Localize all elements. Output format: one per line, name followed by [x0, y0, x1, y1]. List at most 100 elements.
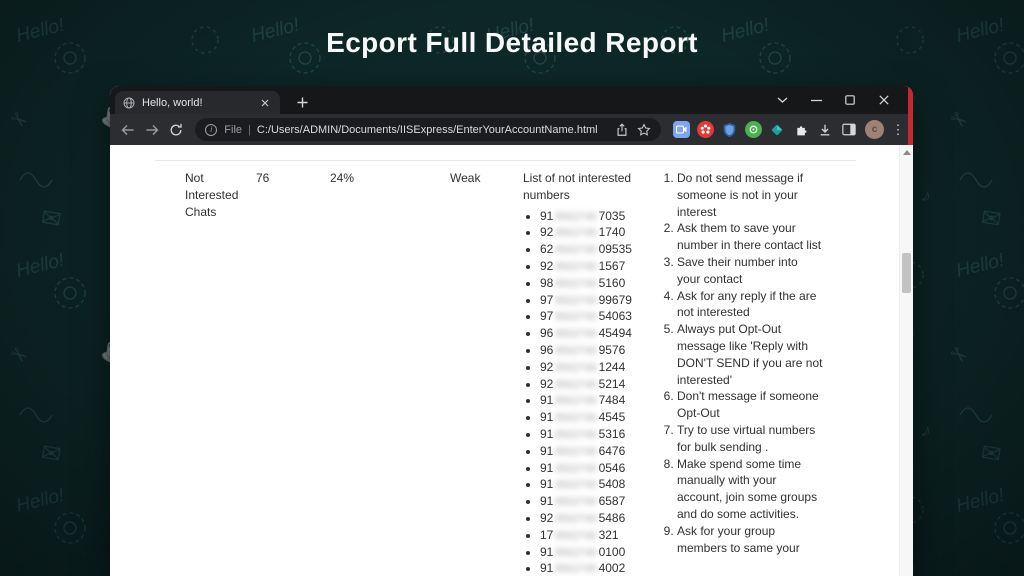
url-scheme-label: File [224, 124, 242, 136]
tips-column: Do not send message if someone is not in… [662, 170, 824, 556]
phone-number-item: 921567 [540, 258, 661, 275]
window-maximize-icon[interactable] [843, 93, 857, 107]
phone-number-item: 17321 [540, 527, 661, 544]
browser-window: Hello, world! [110, 86, 913, 576]
video-extension-icon[interactable] [673, 121, 690, 138]
phone-number-item: 917484 [540, 392, 661, 409]
redacted-digits [555, 494, 596, 510]
screen: Hello! ☕ ♡ ✉ ♪ ✂ ☀ Ecport Full Detailed … [0, 0, 1024, 576]
address-bar[interactable]: i File | C:/Users/ADMIN/Documents/IISExp… [195, 118, 661, 141]
phone-number-item: 914002 [540, 560, 661, 576]
back-icon[interactable] [118, 119, 139, 141]
page-title: Ecport Full Detailed Report [0, 27, 1024, 59]
phone-number-item: 6209535 [540, 241, 661, 258]
scrollbar-up-arrow-icon[interactable] [903, 150, 911, 155]
redacted-digits [555, 208, 596, 224]
phone-number-item: 915316 [540, 426, 661, 443]
webpage-content: Not Interested Chats 76 24% Weak List of… [110, 145, 913, 576]
extensions-puzzle-icon[interactable] [793, 121, 810, 138]
bookmark-star-icon[interactable] [637, 123, 651, 137]
phone-number-item: 969576 [540, 342, 661, 359]
phone-number-item: 985160 [540, 275, 661, 292]
phone-number-item: 916587 [540, 493, 661, 510]
redacted-digits [555, 561, 596, 576]
phone-number-item: 921740 [540, 224, 661, 241]
redacted-digits [555, 510, 596, 526]
redacted-digits [555, 242, 596, 258]
phone-number-item: 910546 [540, 460, 661, 477]
phone-number-item: 917035 [540, 208, 661, 225]
url-divider: | [248, 124, 251, 136]
new-tab-button[interactable] [292, 92, 313, 113]
green-extension-icon[interactable] [745, 121, 762, 138]
tip-item: Save their number into your contact [677, 254, 824, 288]
browser-menu-icon[interactable]: ⋮ [891, 122, 905, 138]
tip-item: Ask them to save your number in there co… [677, 220, 824, 254]
numbers-header: List of not interested numbers [523, 170, 661, 204]
redacted-digits [555, 275, 596, 291]
recording-edge-strip [908, 86, 913, 145]
table-row-divider [155, 160, 856, 161]
redacted-digits [555, 342, 596, 358]
window-controls [775, 86, 891, 114]
redacted-digits [555, 359, 596, 375]
diamond-extension-icon[interactable] [769, 121, 786, 138]
phone-number-item: 915408 [540, 476, 661, 493]
phone-number-item: 9799679 [540, 292, 661, 309]
redacted-digits [555, 292, 596, 308]
redacted-digits [555, 376, 596, 392]
redacted-digits [555, 410, 596, 426]
redacted-digits [555, 477, 596, 493]
tip-item: Do not send message if someone is not in… [677, 170, 824, 220]
phone-number-item: 9754063 [540, 308, 661, 325]
page-info-icon[interactable]: i [205, 124, 217, 136]
extension-cluster: c ⋮ [673, 120, 905, 139]
browser-tab[interactable]: Hello, world! [115, 91, 280, 114]
forward-icon[interactable] [142, 119, 163, 141]
report-count: 76 [256, 170, 269, 187]
numbers-column: List of not interested numbers 917035 92… [523, 170, 661, 576]
idm-extension-icon[interactable] [697, 121, 714, 138]
redacted-digits [555, 326, 596, 342]
share-icon[interactable] [615, 123, 629, 137]
phone-number-item: 914545 [540, 409, 661, 426]
report-percent: 24% [330, 170, 354, 187]
profile-avatar[interactable]: c [865, 120, 884, 139]
redacted-digits [555, 544, 596, 560]
globe-favicon [123, 97, 135, 109]
url-text: C:/Users/ADMIN/Documents/IISExpress/Ente… [257, 124, 609, 136]
tip-item: Make spend some time manually with your … [677, 456, 824, 523]
tab-close-icon[interactable] [258, 96, 272, 110]
phone-number-item: 925486 [540, 510, 661, 527]
window-menu-chevron-icon[interactable] [775, 93, 789, 107]
phone-number-item: 9645494 [540, 325, 661, 342]
browser-toolbar: i File | C:/Users/ADMIN/Documents/IISExp… [110, 114, 913, 145]
redacted-digits [555, 426, 596, 442]
scrollbar-thumb[interactable] [902, 253, 911, 293]
redacted-digits [555, 393, 596, 409]
phone-number-item: 910100 [540, 544, 661, 561]
tip-item: Always put Opt-Out message like 'Reply w… [677, 321, 824, 388]
tab-title: Hello, world! [142, 97, 258, 109]
downloads-icon[interactable] [817, 121, 834, 138]
window-close-icon[interactable] [877, 93, 891, 107]
redacted-digits [555, 527, 596, 543]
redacted-digits [555, 460, 596, 476]
window-minimize-icon[interactable] [809, 93, 823, 107]
tip-item: Ask for any reply if the are not interes… [677, 288, 824, 322]
tab-strip: Hello, world! [110, 86, 913, 114]
side-panel-icon[interactable] [841, 121, 858, 138]
tip-item: Try to use virtual numbers for bulk send… [677, 422, 824, 456]
tips-list: Do not send message if someone is not in… [662, 170, 824, 556]
phone-number-item: 916476 [540, 443, 661, 460]
phone-number-item: 925214 [540, 376, 661, 393]
redacted-digits [555, 258, 596, 274]
phone-number-item: 921244 [540, 359, 661, 376]
reload-icon[interactable] [166, 119, 187, 141]
numbers-list: 917035 921740 6209535 921567 985160 9799… [523, 208, 661, 576]
tip-item: Ask for your group members to same your [677, 523, 824, 557]
redacted-digits [555, 443, 596, 459]
redacted-digits [555, 225, 596, 241]
page-scrollbar[interactable] [899, 145, 913, 576]
shield-extension-icon[interactable] [721, 121, 738, 138]
